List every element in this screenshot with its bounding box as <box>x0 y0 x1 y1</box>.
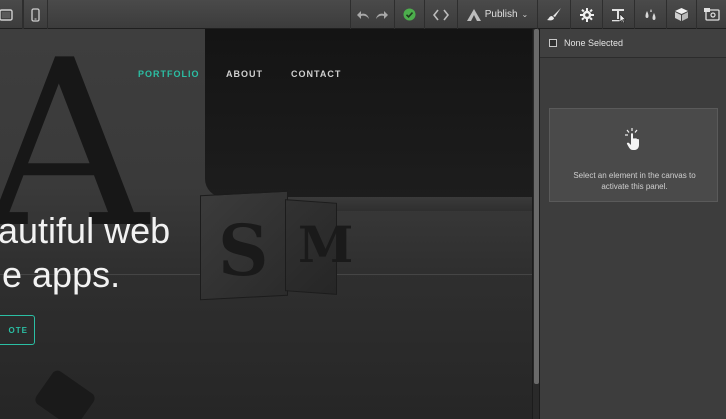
selection-checkbox[interactable] <box>549 39 557 47</box>
design-canvas[interactable]: A S M PORTFOLIO ABOUT CONTACT autiful we… <box>0 29 532 419</box>
canvas-scrollbar[interactable] <box>532 29 540 419</box>
panel-header: None Selected <box>540 29 726 58</box>
code-view-button[interactable] <box>424 0 457 29</box>
properties-panel: None Selected Select an element in the c… <box>540 29 726 419</box>
droplets-icon <box>643 8 659 21</box>
text-style-icon <box>611 7 627 23</box>
colors-button[interactable] <box>634 0 666 29</box>
hero-heading-line-1[interactable]: autiful web <box>0 210 170 252</box>
panel-title: None Selected <box>564 38 624 48</box>
settings-panel-icon <box>703 8 720 21</box>
nav-link-about[interactable]: ABOUT <box>226 69 263 79</box>
undo-redo-group <box>350 0 394 29</box>
empty-state-message: Select an element in the canvas to activ… <box>573 171 696 191</box>
chevron-down-icon: ⌄ <box>521 10 529 19</box>
phone-view-button[interactable] <box>23 0 48 29</box>
cube-icon <box>675 8 688 21</box>
gear-icon <box>579 7 594 22</box>
code-icon <box>433 9 449 21</box>
redo-icon[interactable] <box>374 9 388 21</box>
page-settings-button[interactable] <box>696 0 726 29</box>
undo-icon[interactable] <box>357 9 371 21</box>
publish-icon <box>466 8 481 21</box>
tablet-icon <box>0 8 13 21</box>
background-block-letter: M <box>298 215 354 274</box>
publish-button[interactable]: Publish ⌄ <box>457 0 537 29</box>
settings-button[interactable] <box>570 0 602 29</box>
tablet-view-button[interactable] <box>0 0 23 29</box>
background-block-letter: S <box>218 209 269 292</box>
hero-cta-button[interactable]: OTE <box>0 315 35 345</box>
background-monitor <box>205 29 532 197</box>
scrollbar-thumb[interactable] <box>534 29 539 384</box>
pointer-hand-icon <box>625 128 643 155</box>
background-object <box>33 368 97 419</box>
brush-icon <box>546 8 562 21</box>
empty-state-box: Select an element in the canvas to activ… <box>549 108 718 202</box>
style-button[interactable] <box>537 0 570 29</box>
components-button[interactable] <box>666 0 696 29</box>
publish-label: Publish <box>484 9 518 20</box>
nav-link-contact[interactable]: CONTACT <box>291 69 341 79</box>
top-toolbar: Publish ⌄ <box>0 0 726 29</box>
phone-icon <box>31 7 40 22</box>
hero-heading-line-2[interactable]: le apps. <box>0 254 120 296</box>
typography-button[interactable] <box>602 0 634 29</box>
hero-cta-label: OTE <box>8 325 28 335</box>
check-circle-icon <box>403 8 416 21</box>
save-status-button[interactable] <box>394 0 424 29</box>
nav-link-portfolio[interactable]: PORTFOLIO <box>138 69 200 79</box>
